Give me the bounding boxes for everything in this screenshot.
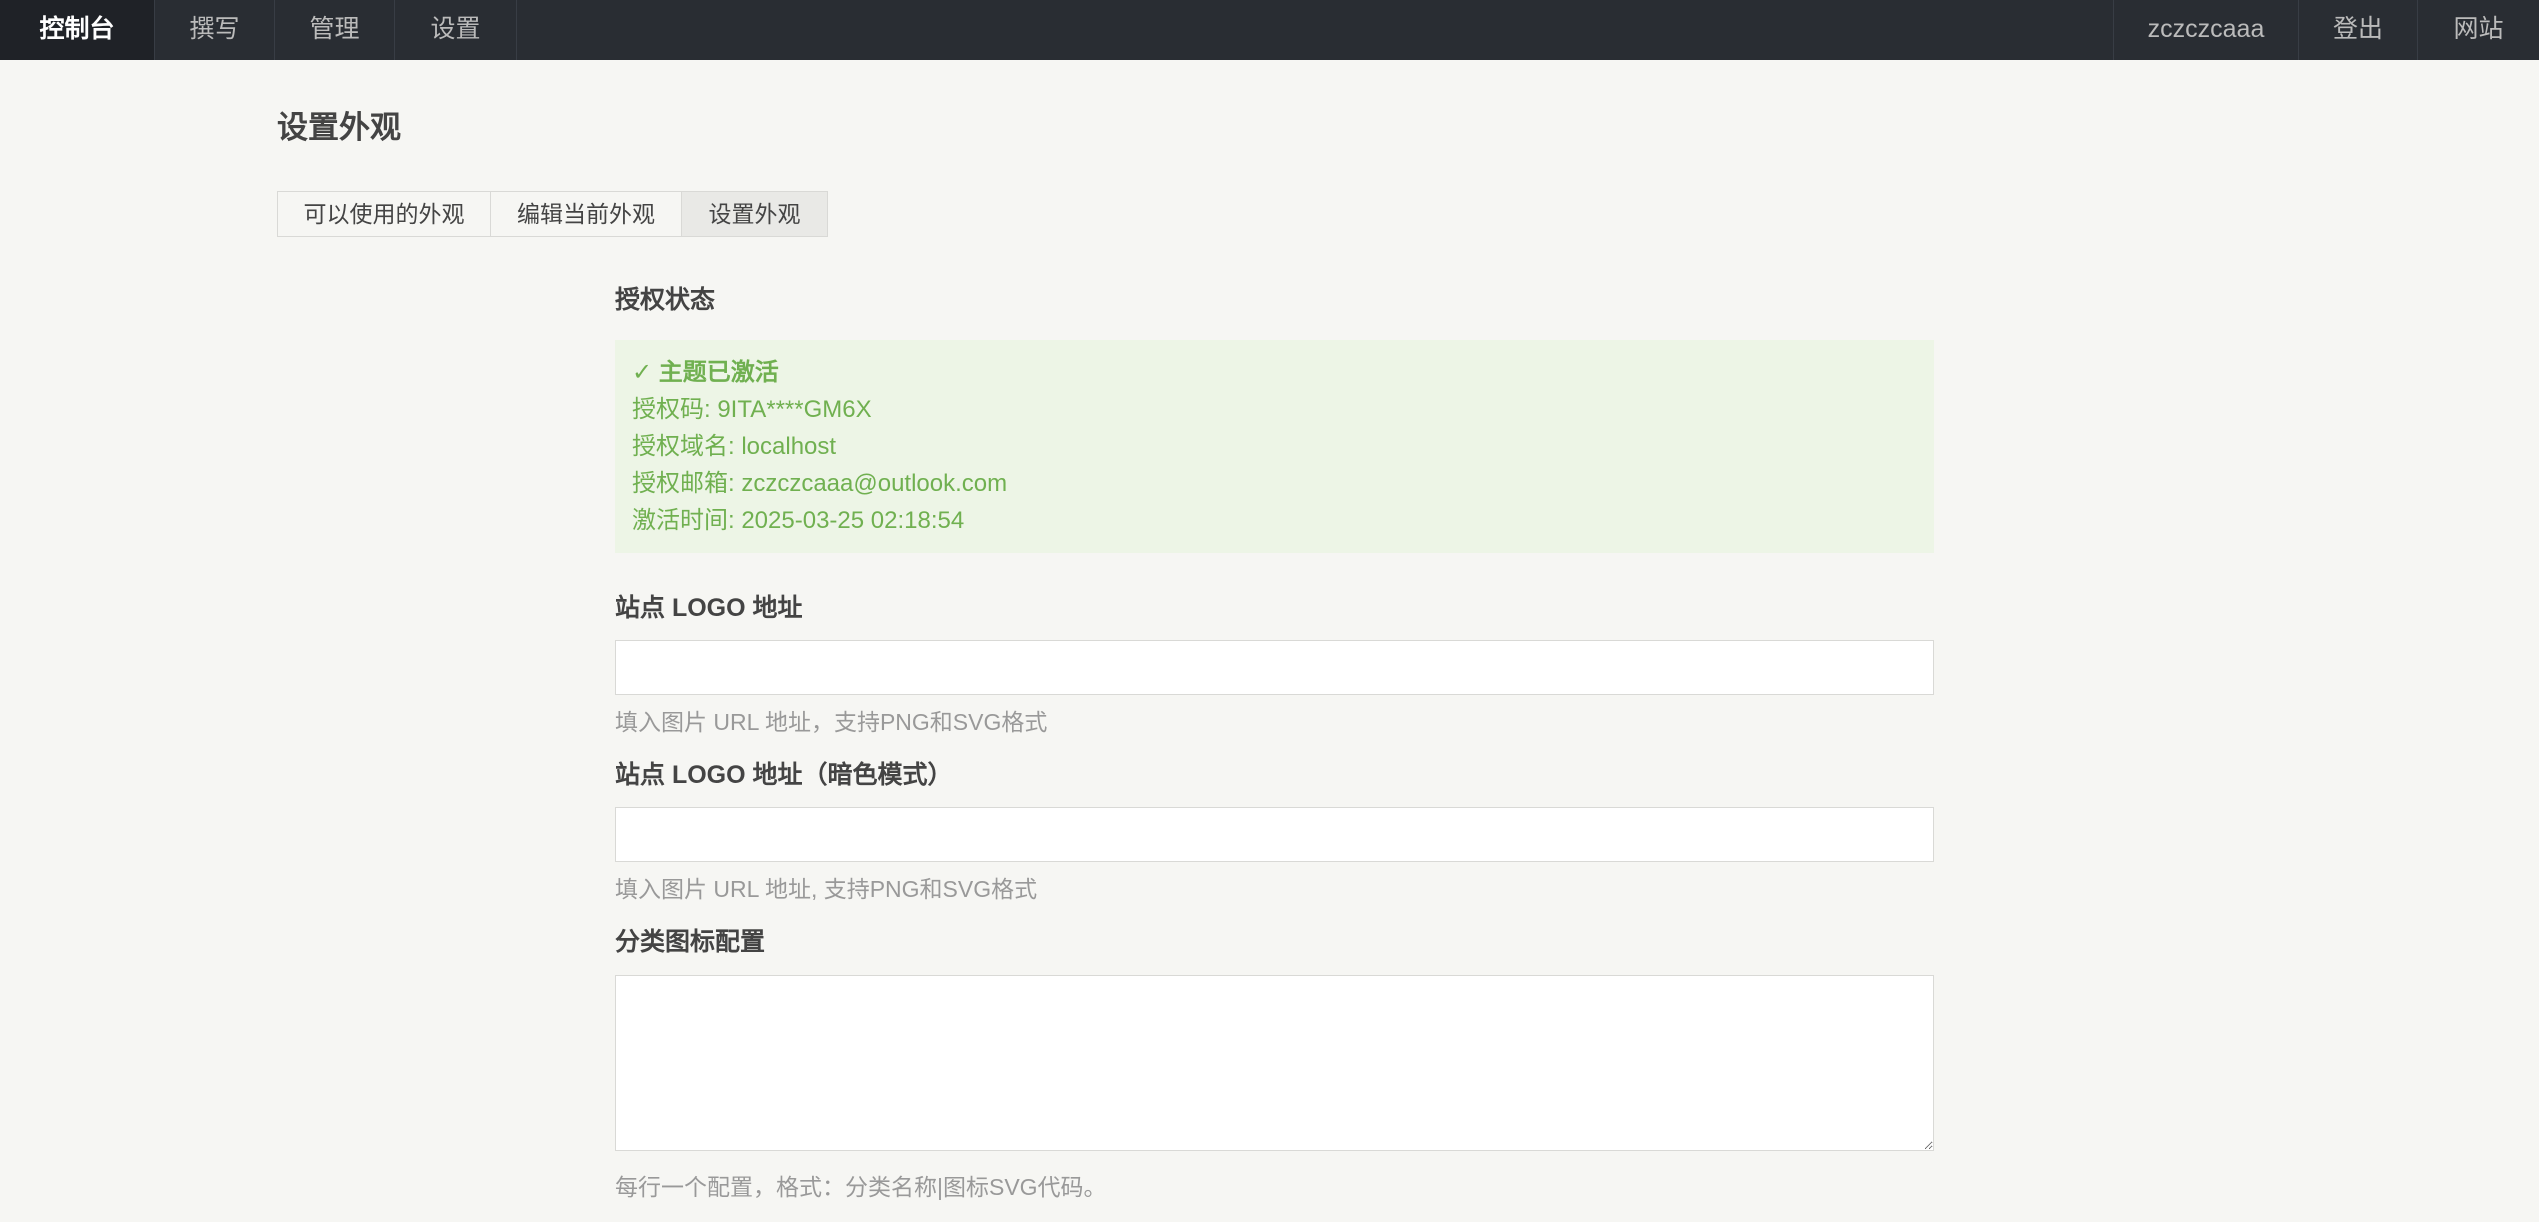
theme-settings-form: 授权状态 ✓ 主题已激活 授权码: 9ITA****GM6X 授权域名: loc… — [615, 282, 1934, 1203]
page-title: 设置外观 — [277, 110, 401, 145]
license-activated-time: 激活时间: 2025-03-25 02:18:54 — [632, 507, 965, 534]
nav-user: zczczcaaa 登出 网站 — [2113, 0, 2539, 60]
license-status-label: 授权状态 — [615, 286, 716, 314]
logo-url-label: 站点 LOGO 地址 — [615, 594, 803, 622]
appearance-tabs: 可以使用的外观 编辑当前外观 设置外观 — [277, 191, 828, 237]
logo-dark-url-input[interactable] — [615, 807, 1934, 862]
tab-theme-settings[interactable]: 设置外观 — [681, 191, 828, 237]
license-status-box: ✓ 主题已激活 授权码: 9ITA****GM6X 授权域名: localhos… — [615, 340, 1934, 553]
logo-dark-url-description: 填入图片 URL 地址, 支持PNG和SVG格式 — [615, 876, 1038, 902]
tab-edit-theme[interactable]: 编辑当前外观 — [490, 191, 682, 237]
nav-write[interactable]: 撰写 — [155, 0, 275, 60]
top-nav-bar: 控制台 撰写 管理 设置 zczczcaaa 登出 网站 — [0, 0, 2539, 60]
license-email: 授权邮箱: zczczcaaa@outlook.com — [632, 470, 1008, 497]
nav-primary: 控制台 撰写 管理 设置 — [0, 0, 517, 60]
nav-logout[interactable]: 登出 — [2298, 0, 2417, 60]
license-activated-text: ✓ 主题已激活 — [632, 359, 779, 386]
nav-manage[interactable]: 管理 — [275, 0, 395, 60]
logo-dark-url-label: 站点 LOGO 地址（暗色模式） — [615, 761, 953, 789]
category-icons-description: 每行一个配置，格式：分类名称|图标SVG代码。 — [615, 1174, 1107, 1200]
logo-url-description: 填入图片 URL 地址，支持PNG和SVG格式 — [615, 709, 1048, 735]
nav-settings[interactable]: 设置 — [395, 0, 517, 60]
category-icons-textarea[interactable] — [615, 975, 1934, 1151]
license-domain: 授权域名: localhost — [632, 433, 837, 460]
nav-username[interactable]: zczczcaaa — [2113, 0, 2298, 60]
logo-url-input[interactable] — [615, 640, 1934, 695]
category-icons-label: 分类图标配置 — [615, 928, 766, 956]
license-code: 授权码: 9ITA****GM6X — [632, 396, 872, 423]
nav-website[interactable]: 网站 — [2417, 0, 2539, 60]
nav-dashboard[interactable]: 控制台 — [0, 0, 155, 60]
tab-available-themes[interactable]: 可以使用的外观 — [277, 191, 491, 237]
